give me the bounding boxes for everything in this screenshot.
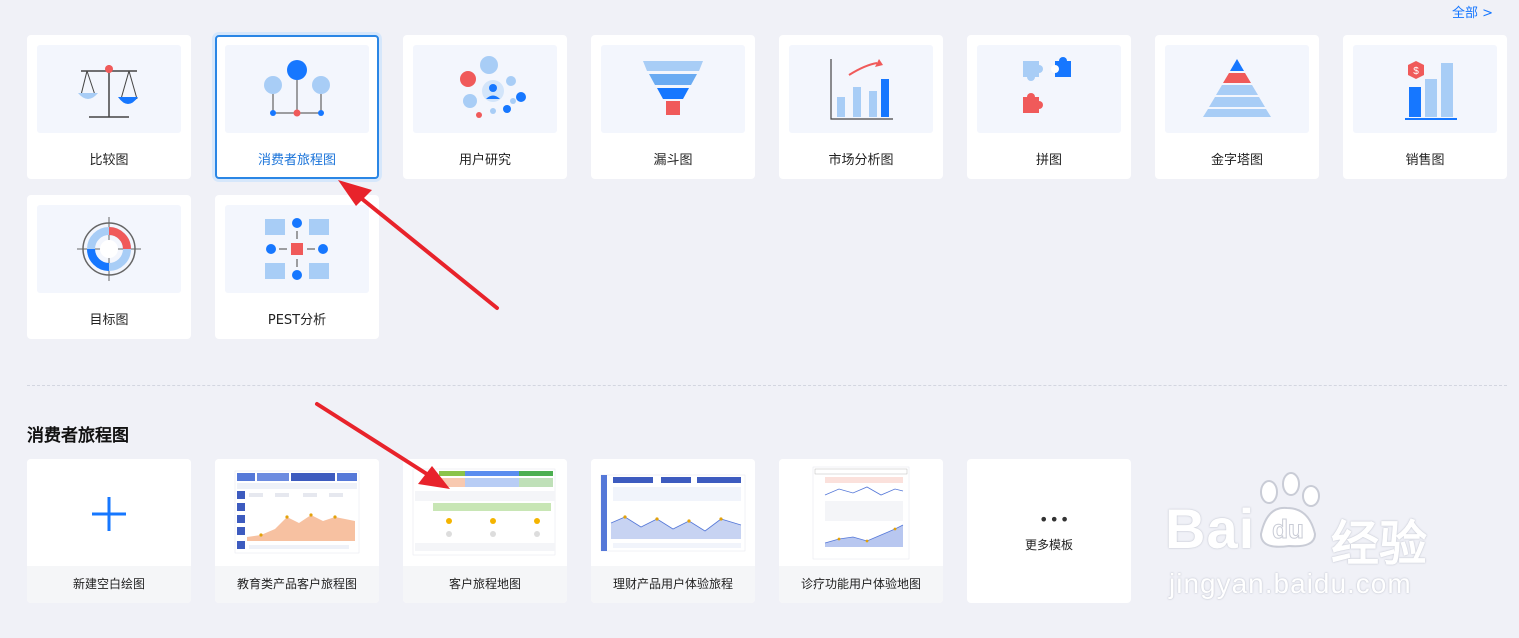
chart-type-pyramid[interactable]: 金字塔图: [1155, 35, 1319, 179]
chart-type-puzzle[interactable]: 拼图: [967, 35, 1131, 179]
chart-type-sales[interactable]: $ 销售图: [1343, 35, 1507, 179]
funnel-icon: [601, 45, 745, 133]
template-card[interactable]: 教育类产品客户旅程图: [215, 459, 379, 603]
watermark-url: jingyan.baidu.com: [1169, 568, 1412, 599]
plus-icon: [27, 459, 191, 566]
chart-type-target[interactable]: 目标图: [27, 195, 191, 339]
template-thumbnail: [215, 459, 379, 566]
chart-type-label: 目标图: [89, 313, 129, 328]
chart-type-funnel[interactable]: 漏斗图: [591, 35, 755, 179]
template-card[interactable]: 诊疗功能用户体验地图: [779, 459, 943, 603]
chart-type-label: 销售图: [1405, 153, 1445, 168]
svg-text:$: $: [1413, 66, 1419, 77]
sales-chart-icon: $: [1353, 45, 1497, 133]
journey-nodes-icon: [225, 45, 369, 133]
template-thumbnail: [403, 459, 567, 566]
puzzle-icon: [977, 45, 1121, 133]
chart-type-label: 拼图: [1035, 153, 1062, 168]
baidu-watermark: du Bai 经验 jingyan.baidu.com: [1165, 470, 1465, 610]
section-divider: [27, 385, 1507, 386]
template-label: 客户旅程地图: [403, 566, 567, 603]
chart-type-journey[interactable]: 消费者旅程图: [215, 35, 379, 179]
chart-type-pest[interactable]: PEST分析: [215, 195, 379, 339]
template-card[interactable]: 理财产品用户体验旅程: [591, 459, 755, 603]
more-dots-icon: •••: [1039, 510, 1071, 529]
user-research-icon: [413, 45, 557, 133]
pyramid-icon: [1165, 45, 1309, 133]
chart-type-market[interactable]: 市场分析图: [779, 35, 943, 179]
template-thumbnail: [779, 459, 943, 566]
more-templates-label: 更多模板: [1024, 538, 1073, 552]
more-templates-card[interactable]: 更多模板: [967, 459, 1131, 603]
chart-type-label: 用户研究: [458, 153, 511, 168]
pest-grid-icon: [225, 205, 369, 293]
chart-type-compare[interactable]: 比较图: [27, 35, 191, 179]
watermark-main: Bai: [1165, 497, 1256, 560]
all-link[interactable]: 全部 >: [1452, 2, 1493, 21]
target-icon: [37, 205, 181, 293]
chart-type-label: PEST分析: [267, 313, 327, 328]
watermark-du: du: [1272, 514, 1304, 544]
chart-type-user-research[interactable]: 用户研究: [403, 35, 567, 179]
template-label: 诊疗功能用户体验地图: [779, 566, 943, 603]
section-title: 消费者旅程图: [27, 426, 129, 446]
template-label: 教育类产品客户旅程图: [215, 566, 379, 603]
new-blank-drawing-card[interactable]: 新建空白绘图: [27, 459, 191, 603]
chart-type-label: 金字塔图: [1210, 153, 1263, 168]
market-chart-icon: [789, 45, 933, 133]
paw-icon: du: [1259, 472, 1320, 548]
chart-type-label: 漏斗图: [653, 153, 693, 168]
balance-scale-icon: [37, 45, 181, 133]
chart-type-label: 市场分析图: [828, 153, 894, 168]
chart-type-label: 比较图: [89, 153, 129, 168]
template-label: 新建空白绘图: [27, 566, 191, 603]
watermark-cn: 经验: [1331, 516, 1428, 572]
chart-type-label: 消费者旅程图: [257, 153, 336, 168]
template-thumbnail: [591, 459, 755, 566]
template-card[interactable]: 客户旅程地图: [403, 459, 567, 603]
template-label: 理财产品用户体验旅程: [591, 566, 755, 603]
